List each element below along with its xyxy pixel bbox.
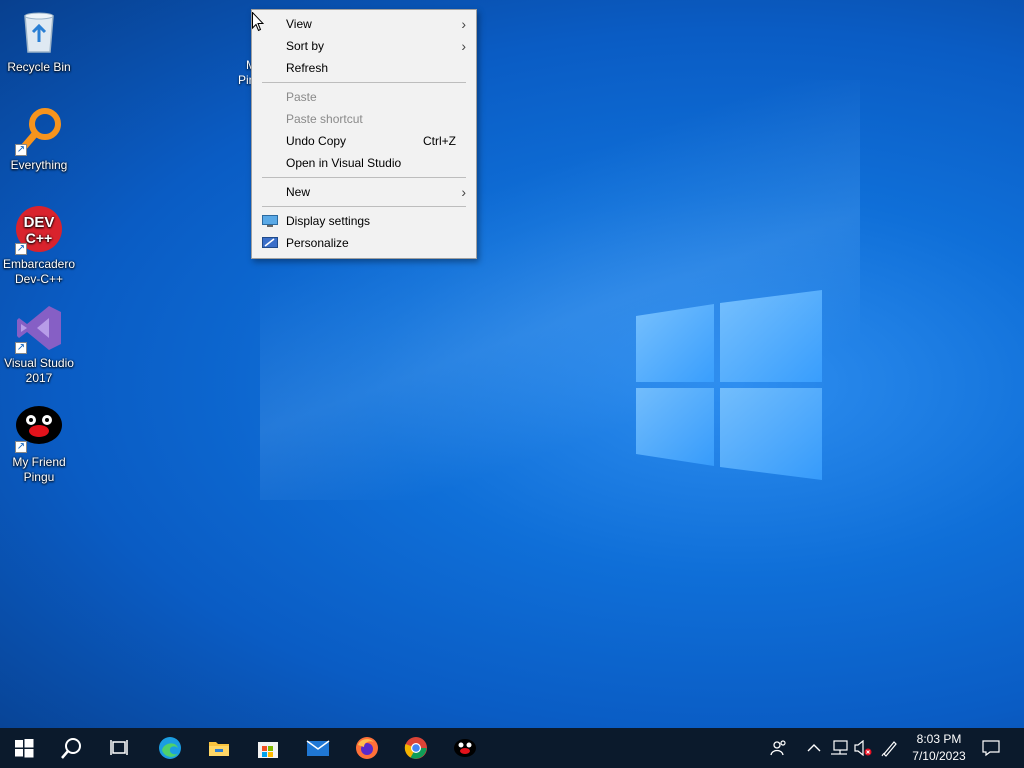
desktop-icon-visual-studio[interactable]: ↗ Visual Studio 2017 (2, 304, 76, 386)
display-settings-icon (262, 215, 278, 227)
menu-item-new[interactable]: New › (252, 181, 476, 203)
menu-item-personalize-label: Personalize (286, 236, 349, 250)
clock-date: 7/10/2023 (912, 749, 966, 763)
shortcut-arrow-icon: ↗ (15, 342, 27, 354)
taskbar-app-chrome[interactable] (392, 728, 440, 768)
taskbar: 8:03 PM 7/10/2023 (0, 728, 1024, 768)
volume-muted-icon (854, 740, 872, 756)
recycle-bin-label: Recycle Bin (7, 60, 71, 74)
taskbar-clock[interactable]: 8:03 PM 7/10/2023 (900, 731, 978, 765)
action-center-button[interactable] (978, 728, 1004, 768)
menu-item-display-settings[interactable]: Display settings (252, 210, 476, 232)
chevron-right-icon: › (461, 38, 466, 54)
menu-item-undo-copy-shortcut: Ctrl+Z (423, 134, 456, 148)
menu-item-paste-shortcut: Paste shortcut (252, 108, 476, 130)
file-explorer-icon (209, 742, 229, 756)
search-icon (61, 738, 81, 759)
network-status-button[interactable] (828, 728, 850, 768)
people-button[interactable] (766, 728, 792, 768)
firefox-icon (356, 737, 378, 759)
menu-item-open-in-visual-studio-label: Open in Visual Studio (286, 156, 402, 170)
edge-icon (159, 737, 181, 759)
visual-studio-icon: ↗ (15, 304, 63, 354)
people-icon (770, 740, 786, 756)
desktop-icon-devcpp[interactable]: DEV C++ ↗ Embarcadero Dev-C++ (2, 205, 76, 287)
personalize-icon (262, 237, 278, 248)
shortcut-arrow-icon: ↗ (15, 243, 27, 255)
store-icon (258, 742, 278, 758)
menu-item-paste: Paste (252, 86, 476, 108)
everything-label: Everything (10, 158, 68, 172)
mail-icon (306, 740, 330, 756)
show-hidden-icons-button[interactable] (804, 728, 824, 768)
devcpp-label: Embarcadero Dev-C++ (2, 257, 76, 286)
notifications-icon (982, 740, 1000, 757)
menu-item-view-label: View (286, 17, 312, 31)
windows-wallpaper-logo (636, 290, 822, 480)
network-icon (831, 740, 848, 755)
devcpp-logo-text-bottom: C++ (26, 230, 52, 246)
menu-item-refresh-label: Refresh (286, 61, 329, 75)
taskbar-app-firefox[interactable] (343, 728, 391, 768)
menu-item-open-in-visual-studio[interactable]: Open in Visual Studio (252, 152, 476, 174)
desktop-context-menu: View › Sort by › Refresh Paste Paste sho… (251, 9, 477, 259)
pen-icon (881, 741, 897, 757)
task-view-icon (110, 740, 128, 755)
pen-workspace-button[interactable] (878, 728, 902, 768)
pingu-icon: ↗ (15, 403, 63, 453)
taskbar-app-mail[interactable] (294, 728, 342, 768)
taskbar-app-pingu[interactable] (441, 728, 489, 768)
menu-separator (262, 82, 466, 83)
desktop[interactable]: M Pin Recycle Bin ↗ Everything (0, 0, 1024, 728)
menu-item-refresh[interactable]: Refresh (252, 57, 476, 79)
menu-separator (262, 206, 466, 207)
chevron-up-icon (807, 744, 821, 752)
menu-item-view[interactable]: View › (252, 13, 476, 35)
task-view-button[interactable] (96, 728, 144, 768)
menu-item-undo-copy[interactable]: Undo Copy Ctrl+Z (252, 130, 476, 152)
taskbar-app-file-explorer[interactable] (195, 728, 243, 768)
pingu-icon (454, 739, 476, 757)
mouse-cursor-icon (252, 12, 264, 32)
shortcut-arrow-icon: ↗ (15, 441, 27, 453)
pingu-label: My Friend Pingu (12, 455, 66, 484)
desktop-icon-pingu[interactable]: ↗ My Friend Pingu (2, 403, 76, 485)
menu-item-sort-by[interactable]: Sort by › (252, 35, 476, 57)
start-icon (15, 739, 34, 758)
search-button[interactable] (48, 728, 96, 768)
start-button[interactable] (0, 728, 48, 768)
menu-item-display-settings-label: Display settings (286, 214, 371, 228)
menu-item-new-label: New (286, 185, 311, 199)
devcpp-logo-text-top: DEV (24, 214, 55, 231)
chrome-icon (404, 737, 427, 759)
desktop-icon-recycle-bin[interactable]: Recycle Bin (2, 8, 76, 75)
menu-separator (262, 177, 466, 178)
menu-item-paste-label: Paste (286, 90, 317, 104)
desktop-icon-everything[interactable]: ↗ Everything (2, 106, 76, 173)
recycle-bin-icon (15, 8, 63, 56)
menu-item-undo-copy-label: Undo Copy (286, 134, 347, 148)
everything-icon: ↗ (15, 106, 63, 156)
devcpp-icon: DEV C++ ↗ (15, 205, 63, 255)
volume-button[interactable] (852, 728, 874, 768)
chevron-right-icon: › (461, 184, 466, 200)
menu-item-sort-by-label: Sort by (286, 39, 325, 53)
visual-studio-label: Visual Studio 2017 (4, 356, 74, 385)
taskbar-app-store[interactable] (244, 728, 292, 768)
clock-time: 8:03 PM (916, 732, 962, 746)
chevron-right-icon: › (461, 16, 466, 32)
menu-item-personalize[interactable]: Personalize (252, 232, 476, 254)
menu-item-paste-shortcut-label: Paste shortcut (286, 112, 363, 126)
taskbar-app-edge[interactable] (146, 728, 194, 768)
shortcut-arrow-icon: ↗ (15, 144, 27, 156)
